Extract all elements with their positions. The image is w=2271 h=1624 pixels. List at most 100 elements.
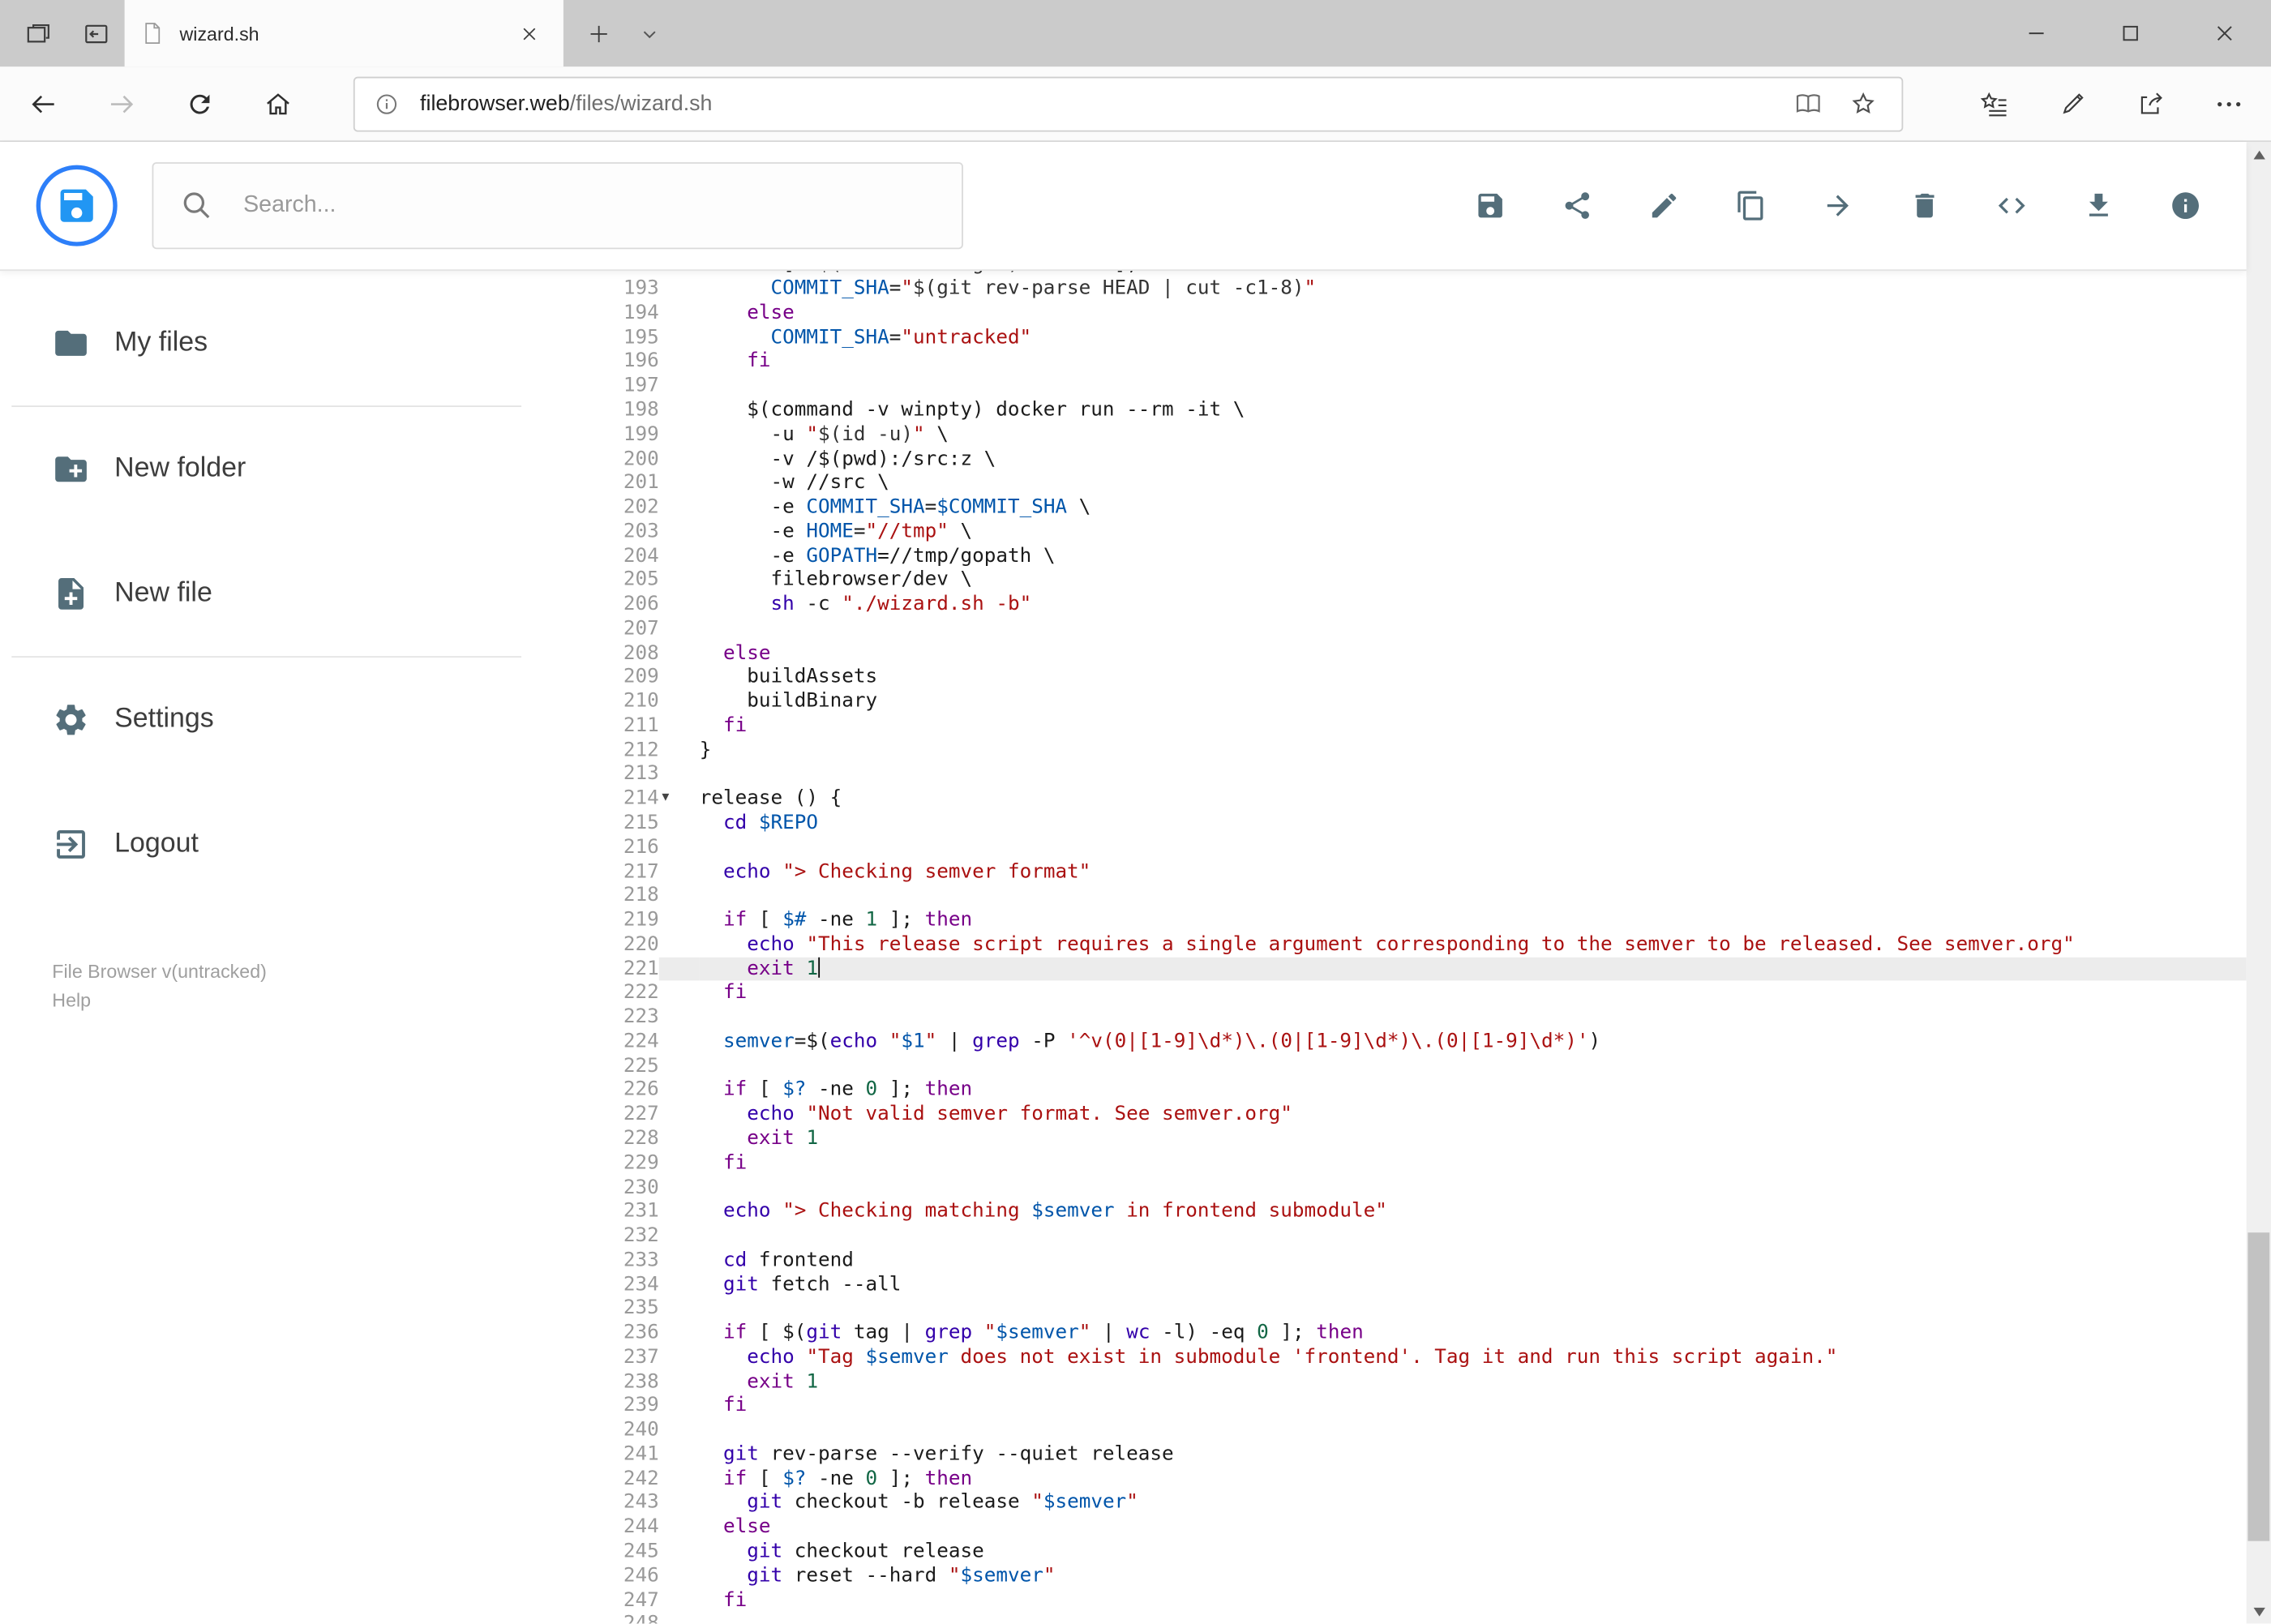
new-tab-button[interactable]: [572, 0, 624, 66]
tab-preview-icon[interactable]: [66, 0, 124, 66]
text-cursor: [818, 957, 821, 978]
tab-list-chevron-icon[interactable]: [624, 0, 674, 66]
line-number: 221: [623, 957, 659, 980]
window-close-button[interactable]: [2177, 0, 2271, 66]
code-line: 208 else: [580, 641, 2247, 666]
code-line-text: echo "Not valid semver format. See semve…: [747, 1102, 1292, 1126]
code-line-text: cd $REPO: [723, 811, 819, 834]
annotate-pen-icon[interactable]: [2033, 75, 2111, 132]
line-number: 212: [623, 738, 659, 762]
site-info-icon[interactable]: [366, 79, 407, 128]
fold-gutter: [659, 617, 700, 641]
code-line: 193 COMMIT_SHA="$(git rev-parse HEAD | c…: [580, 277, 2247, 302]
line-number: 228: [623, 1126, 659, 1151]
fold-gutter: [659, 1248, 700, 1272]
share-page-icon[interactable]: [2112, 75, 2190, 132]
save-button[interactable]: [1459, 174, 1523, 238]
sidebar: My files New folder New file Settings Logout…: [0, 269, 580, 1624]
line-number: 196: [623, 349, 659, 373]
fold-gutter: [658, 957, 700, 982]
line-number: 206: [623, 592, 659, 616]
fold-gutter: [659, 811, 700, 835]
sidebar-item-my-files[interactable]: My files: [0, 281, 580, 406]
code-line: 207: [580, 617, 2247, 641]
home-button[interactable]: [246, 75, 311, 132]
code-line-text: echo "This release script requires a sin…: [747, 932, 2075, 956]
sidebar-item-settings[interactable]: Settings: [0, 658, 580, 782]
code-line-text: echo "> Checking semver format": [723, 859, 1091, 883]
address-bar[interactable]: filebrowser.web/files/wizard.sh: [353, 75, 1904, 131]
fold-gutter: [659, 690, 700, 714]
app-version-text: File Browser v(untracked): [52, 960, 267, 983]
code-line: 210 buildBinary: [580, 690, 2247, 714]
code-line-text: if [ $? -ne 0 ]; then: [723, 1467, 973, 1490]
help-link[interactable]: Help: [52, 987, 267, 1016]
filebrowser-logo[interactable]: [36, 165, 118, 246]
line-number: 201: [623, 471, 659, 495]
code-line-text: [700, 1418, 2247, 1442]
back-button[interactable]: [11, 75, 75, 132]
share-button[interactable]: [1545, 174, 1609, 238]
tab-bar: wizard.sh: [0, 0, 2271, 67]
add-favorite-star-icon[interactable]: [1835, 79, 1890, 128]
code-line: 226 if [ $? -ne 0 ]; then: [580, 1078, 2247, 1103]
code-line: 223: [580, 1005, 2247, 1030]
edit-button[interactable]: [1632, 174, 1696, 238]
copy-button[interactable]: [1719, 174, 1783, 238]
forward-button[interactable]: [90, 75, 154, 132]
sidebar-footer: File Browser v(untracked) Help: [52, 958, 267, 1015]
fold-gutter: [659, 398, 700, 422]
close-tab-icon[interactable]: [508, 13, 549, 54]
download-button[interactable]: [2067, 174, 2131, 238]
line-number: 210: [623, 689, 659, 713]
code-button[interactable]: [1980, 174, 2044, 238]
scrollbar-thumb[interactable]: [2247, 1232, 2270, 1541]
code-line-text: sh -c "./wizard.sh -b": [770, 592, 1032, 616]
fold-gutter: [659, 422, 700, 447]
code-line-text: cd frontend: [723, 1248, 854, 1272]
scroll-down-arrow-icon[interactable]: [2247, 1600, 2271, 1624]
code-editor[interactable]: 192 if [ "$(command -v git)" != "" ]; th…: [579, 269, 2247, 1624]
code-line-text: [700, 1054, 2247, 1078]
tab-wizard-sh[interactable]: wizard.sh: [124, 0, 563, 67]
window-minimize-button[interactable]: [1989, 0, 2083, 66]
fold-gutter: [659, 762, 700, 786]
move-button[interactable]: [1806, 174, 1870, 238]
window-maximize-button[interactable]: [2083, 0, 2177, 66]
sidebar-item-new-file[interactable]: New file: [0, 532, 580, 657]
fold-marker-icon[interactable]: ▾: [662, 788, 669, 808]
fold-gutter: [659, 884, 700, 908]
scroll-up-arrow-icon[interactable]: [2247, 142, 2271, 166]
code-line: 199 -u "$(id -u)" \: [580, 422, 2247, 447]
code-line: 205 filebrowser/dev \: [580, 568, 2247, 593]
reading-view-icon[interactable]: [1780, 79, 1835, 128]
fold-gutter: [659, 1515, 700, 1540]
vertical-scrollbar[interactable]: [2246, 142, 2271, 1624]
fold-gutter: [659, 1442, 700, 1467]
refresh-button[interactable]: [168, 75, 232, 132]
tabs-set-aside-icon[interactable]: [9, 0, 66, 66]
more-options-icon[interactable]: [2190, 75, 2268, 132]
search-input[interactable]: [152, 162, 963, 250]
line-number: 245: [623, 1539, 659, 1563]
line-number: 194: [623, 301, 659, 325]
code-line-text: git fetch --all: [723, 1272, 902, 1296]
line-number: 232: [623, 1223, 659, 1248]
code-line-text: -w //src \: [699, 471, 889, 495]
hub-favorites-icon[interactable]: [1956, 75, 2033, 132]
fold-gutter: [659, 1005, 700, 1030]
fold-gutter: [659, 1078, 700, 1103]
fold-gutter: [659, 269, 700, 276]
line-number: 197: [623, 374, 659, 397]
code-line: 248: [580, 1613, 2247, 1624]
delete-button[interactable]: [1893, 174, 1957, 238]
sidebar-item-logout[interactable]: Logout: [0, 782, 580, 907]
fold-gutter: [659, 495, 700, 520]
move-icon: [1822, 190, 1853, 221]
code-line: 236 if [ $(git tag | grep "$semver" | wc…: [580, 1321, 2247, 1345]
line-number: 217: [623, 859, 659, 883]
fold-gutter: [659, 1127, 700, 1151]
info-button[interactable]: [2153, 174, 2217, 238]
sidebar-item-new-folder[interactable]: New folder: [0, 407, 580, 532]
fold-gutter: [659, 1296, 700, 1321]
